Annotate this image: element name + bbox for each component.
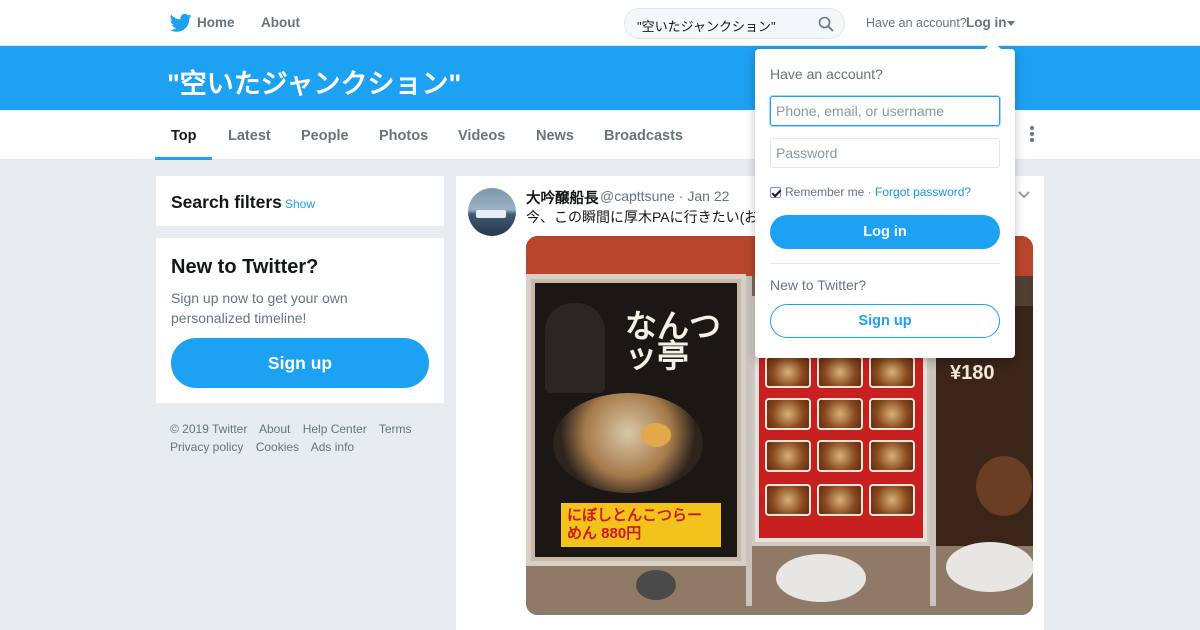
- menu-photo-cell: [817, 398, 863, 430]
- login-dropdown: Have an account? Remember me · Forgot pa…: [755, 41, 1015, 358]
- floor-cushion-shape: [946, 542, 1033, 592]
- ramen-egg-shape: [641, 423, 671, 447]
- footer-link-privacy-policy[interactable]: Privacy policy: [170, 440, 243, 454]
- tab-top[interactable]: Top: [171, 128, 197, 144]
- new-to-twitter-card: New to Twitter? Sign up now to get your …: [156, 238, 444, 403]
- search-header-banner: "空いたジャンクション": [0, 46, 1200, 110]
- avatar-ship-shape: [476, 210, 506, 218]
- more-options-icon[interactable]: [1029, 126, 1035, 144]
- signup-button[interactable]: Sign up: [171, 338, 429, 388]
- filters-show-link[interactable]: Show: [285, 197, 315, 211]
- floor-cushion-shape: [776, 554, 866, 602]
- dropdown-divider: [770, 263, 1000, 264]
- remember-separator: ·: [867, 185, 872, 199]
- dropdown-signup-button[interactable]: Sign up: [770, 304, 1000, 338]
- search-icon[interactable]: [818, 16, 834, 32]
- tab-latest[interactable]: Latest: [228, 128, 271, 144]
- poster-price-label: にぼしとんこつらーめん 880円: [561, 503, 721, 547]
- search-box[interactable]: "空いたジャンクション": [624, 8, 845, 39]
- top-navigation-bar: Home About "空いたジャンクション" Have an account?…: [0, 0, 1200, 46]
- menu-photo-cell: [765, 440, 811, 472]
- coffee-cup-shape: [976, 456, 1032, 516]
- page-title: "空いたジャンクション": [167, 69, 462, 99]
- search-input[interactable]: "空いたジャンクション": [637, 16, 776, 35]
- nav-about-link[interactable]: About: [261, 15, 300, 30]
- dropdown-arrow: [985, 41, 1001, 49]
- tab-photos[interactable]: Photos: [379, 128, 428, 144]
- menu-photo-cell: [765, 398, 811, 430]
- menu-photo-cell: [869, 484, 915, 516]
- username-field[interactable]: [770, 96, 1000, 126]
- chevron-down-icon[interactable]: [1018, 191, 1030, 199]
- twitter-bird-icon[interactable]: [170, 13, 192, 33]
- search-filters-title: Search filters: [171, 192, 282, 212]
- menu-photo-cell: [817, 356, 863, 388]
- footer-link-ads-info[interactable]: Ads info: [311, 440, 354, 454]
- footer-link-terms[interactable]: Terms: [379, 422, 412, 436]
- remember-me-checkbox[interactable]: [770, 187, 781, 198]
- menu-photo-cell: [817, 484, 863, 516]
- login-dropdown-title: Have an account?: [770, 66, 883, 82]
- active-tab-indicator: [155, 157, 212, 160]
- search-tabs-bar: Top Latest People Photos Videos News Bro…: [0, 110, 1200, 160]
- tweet-text: 今、この瞬間に厚木PAに行きたい(お: [526, 209, 756, 225]
- login-menu-link[interactable]: Log in: [966, 15, 1007, 30]
- tab-people[interactable]: People: [301, 128, 349, 144]
- new-to-twitter-description: Sign up now to get your own personalized…: [171, 290, 348, 326]
- footer-link-cookies[interactable]: Cookies: [256, 440, 299, 454]
- caret-down-icon[interactable]: [1007, 21, 1015, 26]
- login-button[interactable]: Log in: [770, 215, 1000, 249]
- menu-photo-cell: [869, 356, 915, 388]
- tab-news[interactable]: News: [536, 128, 574, 144]
- menu-photo-cell: [869, 440, 915, 472]
- poster-stand-pole: [746, 276, 752, 606]
- ramen-bowl-shape: [553, 393, 703, 493]
- poster-person-shape: [545, 303, 605, 393]
- menu-photo-cell: [765, 356, 811, 388]
- forgot-password-link[interactable]: Forgot password?: [875, 185, 971, 199]
- password-field[interactable]: [770, 138, 1000, 168]
- footer-links: © 2019 Twitter About Help Center Terms P…: [170, 420, 440, 456]
- filters-separator: ·: [279, 197, 283, 211]
- tab-broadcasts[interactable]: Broadcasts: [604, 128, 683, 144]
- poster-title-text: なんつッ亭: [625, 307, 722, 375]
- menu-photo-cell: [817, 440, 863, 472]
- new-to-twitter-title: New to Twitter?: [171, 256, 319, 278]
- remember-me-row: Remember me · Forgot password?: [770, 185, 971, 199]
- ramen-poster: なんつッ亭 にぼしとんこつらーめん 880円: [526, 274, 746, 566]
- nav-home-link[interactable]: Home: [197, 15, 235, 30]
- coffee-price-text: ¥180: [950, 362, 995, 384]
- floor-object-shape: [636, 570, 676, 600]
- menu-photo-cell: [765, 484, 811, 516]
- footer-link-help-center[interactable]: Help Center: [303, 422, 367, 436]
- avatar[interactable]: [468, 188, 516, 236]
- tweet-author-name[interactable]: 大吟醸船長: [526, 187, 599, 208]
- remember-me-label[interactable]: Remember me: [785, 185, 864, 199]
- menu-photo-cell: [869, 398, 915, 430]
- tab-videos[interactable]: Videos: [458, 128, 505, 144]
- footer-link-about[interactable]: About: [259, 422, 290, 436]
- dropdown-new-to-twitter: New to Twitter?: [770, 277, 867, 293]
- search-filters-card: Search filters · Show: [156, 176, 444, 226]
- account-prompt: Have an account?: [866, 16, 967, 30]
- footer-copyright: © 2019 Twitter: [170, 422, 248, 436]
- tweet-handle-date[interactable]: @capttsune · Jan 22: [600, 188, 729, 204]
